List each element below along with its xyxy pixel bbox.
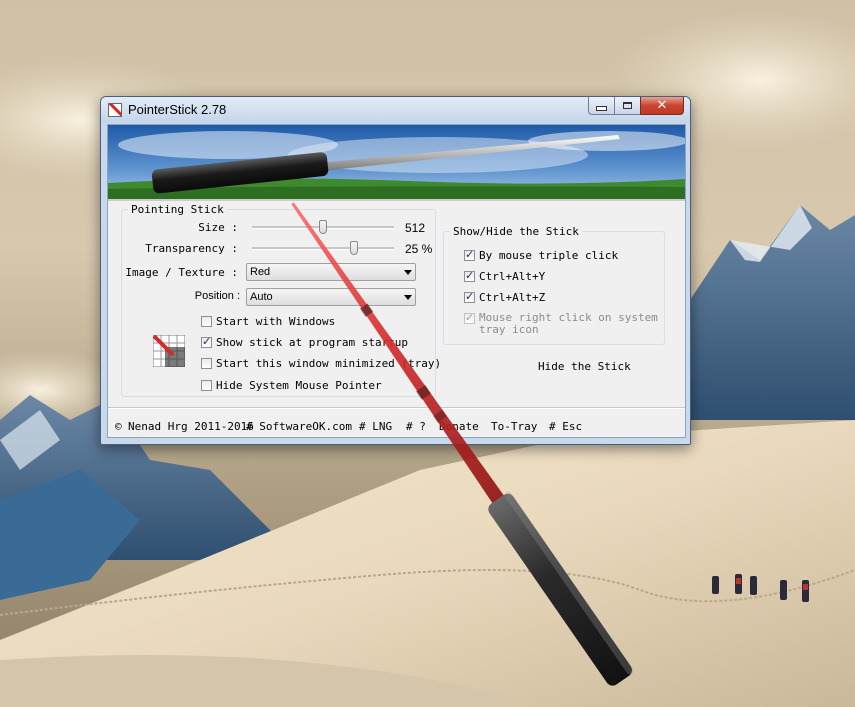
checkbox-box[interactable] <box>464 269 475 282</box>
close-button[interactable]: ✕ <box>640 97 684 115</box>
title-bar[interactable]: PointerStick 2.78 ✕ <box>101 97 690 123</box>
author-text: Nenad Hrg 2011-2016 <box>128 420 254 433</box>
start-minimized-checkbox[interactable]: Start this window minimized (tray) <box>201 357 441 370</box>
pointer-grid-icon <box>153 335 185 367</box>
checkbox-label: Mouse right click on system tray icon <box>479 312 658 336</box>
window-title: PointerStick 2.78 <box>128 102 227 117</box>
transparency-label: Transparency : <box>145 242 238 255</box>
language-link[interactable]: # LNG <box>359 420 392 433</box>
checkbox-label: Ctrl+Alt+Y <box>479 270 546 283</box>
minimize-button[interactable] <box>588 97 614 115</box>
image-texture-value: Red <box>250 266 271 278</box>
ctrl-alt-z-checkbox[interactable]: Ctrl+Alt+Z <box>464 290 546 304</box>
client-area: Pointing Stick Size : 512 Transparency :… <box>107 124 686 438</box>
position-value: Auto <box>250 291 273 303</box>
size-slider[interactable] <box>252 220 394 234</box>
checkbox-box[interactable] <box>201 380 212 391</box>
position-label: Position : <box>194 290 240 302</box>
size-slider-thumb[interactable] <box>319 220 327 234</box>
checkbox-box[interactable] <box>201 358 212 369</box>
app-icon[interactable] <box>108 103 122 117</box>
image-texture-label: Image / Texture : <box>125 266 238 279</box>
size-label: Size : <box>198 221 238 234</box>
checkbox-label: Show stick at program startup <box>216 336 409 349</box>
show-stick-at-startup-checkbox[interactable]: Show stick at program startup <box>201 335 409 349</box>
softwareok-link[interactable]: # SoftwareOK.com <box>246 420 352 433</box>
checkbox-label-line2: tray icon <box>479 323 539 336</box>
image-texture-select[interactable]: Red <box>246 263 416 281</box>
transparency-slider-thumb[interactable] <box>350 241 359 255</box>
transparency-value: 25 % <box>405 242 433 256</box>
position-select[interactable]: Auto <box>246 288 416 306</box>
banner-image <box>108 125 685 201</box>
help-link[interactable]: # ? <box>406 420 426 433</box>
checkbox-label: Start this window minimized (tray) <box>216 357 442 370</box>
chevron-down-icon <box>404 295 412 300</box>
checkbox-label: Start with Windows <box>216 315 336 328</box>
hide-the-stick-button[interactable]: Hide the Stick <box>538 360 631 373</box>
checkbox-box[interactable] <box>464 248 475 261</box>
checkbox-label: Hide System Mouse Pointer <box>216 379 382 392</box>
status-bar: © Nenad Hrg 2011-2016 # SoftwareOK.com #… <box>108 407 685 438</box>
show-hide-title: Show/Hide the Stick <box>450 225 582 238</box>
donate-link[interactable]: Donate <box>439 420 479 433</box>
maximize-button[interactable] <box>614 97 640 115</box>
transparency-slider[interactable] <box>252 241 394 255</box>
size-value: 512 <box>405 221 426 235</box>
to-tray-link[interactable]: To-Tray <box>491 420 537 433</box>
copyright-icon: © <box>115 420 122 433</box>
maximize-icon <box>623 102 632 109</box>
ctrl-alt-y-checkbox[interactable]: Ctrl+Alt+Y <box>464 269 546 283</box>
checkbox-label: Ctrl+Alt+Z <box>479 291 546 304</box>
pointing-stick-title: Pointing Stick <box>128 203 227 216</box>
mouse-right-click-tray-checkbox[interactable]: Mouse right click on system tray icon <box>464 311 658 336</box>
hide-system-mouse-pointer-checkbox[interactable]: Hide System Mouse Pointer <box>201 379 382 392</box>
minimize-icon <box>596 106 607 111</box>
close-icon: ✕ <box>656 98 668 113</box>
chevron-down-icon <box>404 270 412 275</box>
start-with-windows-checkbox[interactable]: Start with Windows <box>201 315 335 328</box>
checkbox-box[interactable] <box>464 311 475 324</box>
pointerstick-window: PointerStick 2.78 ✕ Pointing Stick Size … <box>100 96 691 445</box>
esc-link[interactable]: # Esc <box>549 420 582 433</box>
mouse-triple-click-checkbox[interactable]: By mouse triple click <box>464 248 619 262</box>
checkbox-box[interactable] <box>201 335 212 348</box>
checkbox-box[interactable] <box>464 290 475 303</box>
checkbox-box[interactable] <box>201 316 212 327</box>
checkbox-label: By mouse triple click <box>479 249 619 262</box>
